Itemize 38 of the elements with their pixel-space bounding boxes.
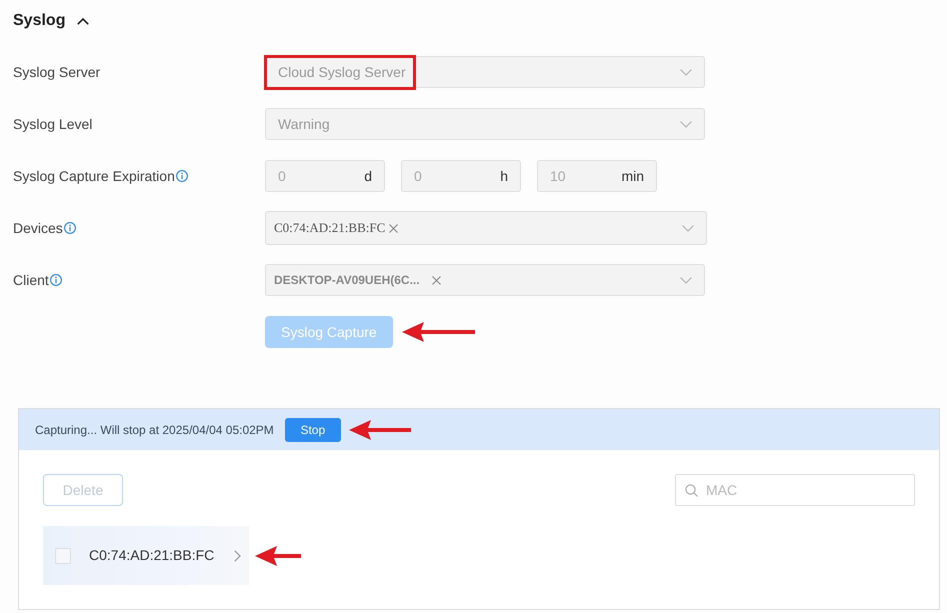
select-value: Cloud Syslog Server [278,62,406,82]
search-field[interactable]: MAC [675,474,915,506]
number-value: 10 [550,166,566,186]
stop-button[interactable]: Stop [284,418,341,442]
field-label: Syslog Level [13,114,92,134]
field-label: Devices [13,218,63,238]
unit-label: min [621,166,644,186]
field-label: Syslog Capture Expiration [13,166,175,186]
chevron-down-icon [682,224,694,232]
search-icon [685,484,698,497]
tag-text: DESKTOP-AV09UEH(6C... [274,272,420,289]
section-title: Syslog [13,11,66,31]
chevron-right-icon [234,550,241,562]
multi-select-field[interactable]: C0:74:AD:21:BB:FC [265,211,707,245]
number-value: 0 [414,166,422,186]
chevron-down-icon [680,68,692,76]
tag-text: C0:74:AD:21:BB:FC [274,219,386,238]
field-label: Client [13,270,49,290]
number-field[interactable]: 0 h [401,160,521,192]
select-field[interactable]: Warning [265,108,705,140]
close-icon[interactable] [389,224,398,232]
chevron-down-icon [680,276,692,284]
chevron-down-icon [680,120,692,128]
select-field[interactable]: Cloud Syslog Server [265,56,705,88]
field-label: Syslog Server [13,62,100,82]
unit-label: d [364,166,372,186]
number-field[interactable]: 0 d [265,160,385,192]
select-value: Warning [278,114,330,134]
chevron-up-icon[interactable] [77,18,90,24]
unit-label: h [500,166,508,186]
device-mac: C0:74:AD:21:BB:FC [89,546,214,565]
multi-select-field[interactable]: DESKTOP-AV09UEH(6C... [265,264,705,296]
checkbox[interactable] [55,548,71,564]
status-text: Capturing... Will stop at 2025/04/04 05:02PM [35,422,274,438]
device-item[interactable]: C0:74:AD:21:BB:FC [43,526,249,585]
number-value: 0 [278,166,286,186]
close-icon[interactable] [432,276,441,284]
number-field[interactable]: 10 min [537,160,657,192]
